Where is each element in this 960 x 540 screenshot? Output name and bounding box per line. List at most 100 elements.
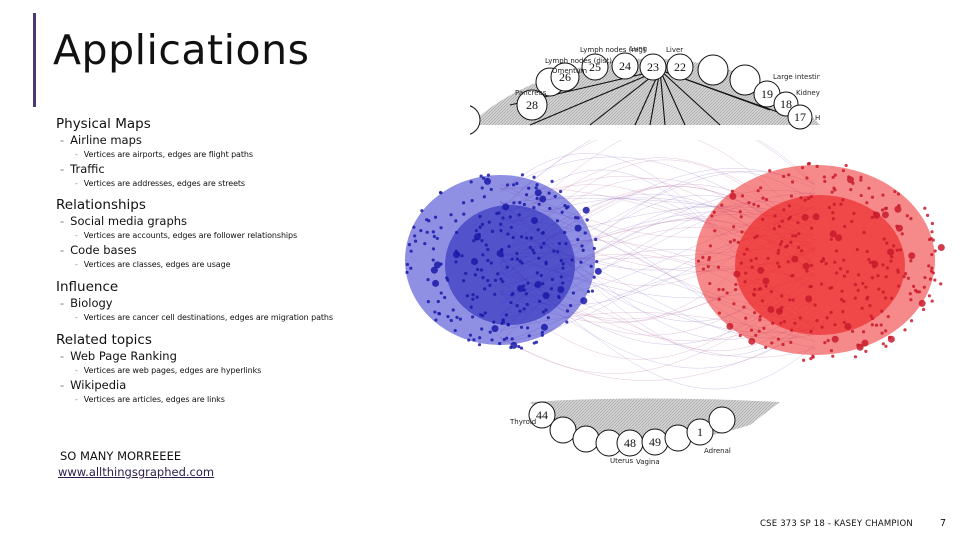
red-node [909, 298, 913, 302]
blue-node [515, 181, 519, 186]
footer-text: CSE 373 SP 18 - KASEY CHAMPION [760, 519, 913, 529]
dash-bullet: - [75, 179, 78, 188]
blue-node [480, 327, 484, 331]
allthingsgraphed-link[interactable]: www.allthingsgraphed.com [58, 465, 214, 480]
red-node [880, 309, 884, 313]
red-node [738, 333, 742, 338]
red-node [930, 299, 934, 303]
blue-node [527, 334, 531, 338]
blue-node [579, 260, 583, 264]
section-relationships: Relationships - Social media graphs - Vert… [56, 196, 456, 272]
bullet-item: - Traffic [56, 162, 456, 177]
organ-label: Omentum [552, 67, 587, 75]
red-node [757, 329, 761, 333]
blue-node [506, 232, 510, 236]
blue-node [589, 264, 593, 268]
red-node [764, 345, 768, 349]
sub-bullet-text: Vertices are articles, edges are links [83, 395, 225, 404]
red-node [853, 283, 857, 287]
blue-node [471, 293, 475, 297]
red-node [822, 175, 826, 179]
red-node [758, 314, 762, 319]
blue-node [475, 295, 479, 299]
blue-node [592, 246, 596, 251]
blue-node [525, 236, 529, 240]
blue-node [488, 283, 492, 287]
blue-node [486, 247, 490, 252]
red-node [769, 290, 773, 294]
blue-node [530, 217, 538, 225]
blue-node [522, 307, 526, 311]
blue-node [541, 282, 545, 286]
red-node [833, 173, 837, 177]
node-number: 17 [794, 110, 806, 124]
node-number: 23 [647, 60, 659, 74]
blue-node [540, 330, 544, 335]
red-node [933, 278, 937, 282]
red-node [809, 263, 814, 267]
red-node [733, 270, 741, 278]
red-node [762, 277, 770, 285]
red-node [796, 220, 800, 225]
blue-node [571, 291, 576, 295]
red-node [776, 337, 781, 341]
blue-node [549, 287, 554, 291]
red-node [897, 284, 901, 288]
red-node [771, 321, 775, 325]
red-node [928, 277, 933, 281]
node-number: 24 [619, 59, 631, 73]
red-node [887, 335, 895, 343]
blue-node [519, 235, 524, 239]
red-node [930, 266, 934, 270]
sub-bullet-text: Vertices are accounts, edges are followe… [83, 231, 298, 240]
red-node [791, 273, 795, 278]
red-node [744, 271, 748, 275]
red-node [864, 349, 868, 353]
blue-node [489, 261, 493, 265]
organ-label: Large intestine [773, 73, 820, 81]
blue-node [592, 275, 596, 279]
blue-node [509, 300, 513, 305]
red-node [894, 205, 902, 213]
blue-node [576, 216, 580, 220]
red-node [805, 295, 813, 303]
red-node [787, 204, 791, 208]
dash-bullet: - [60, 296, 65, 310]
blue-node [557, 241, 562, 246]
organ-label: Uterus [610, 457, 633, 465]
red-node [895, 224, 903, 232]
red-node [777, 248, 781, 252]
red-node [877, 287, 881, 291]
red-node [874, 214, 878, 219]
red-node [716, 265, 721, 269]
red-node [794, 234, 798, 238]
dash-bullet: - [60, 133, 65, 147]
red-node [767, 305, 775, 313]
node-number: 19 [761, 87, 773, 101]
red-node [870, 276, 875, 280]
red-node [922, 307, 926, 312]
red-node [865, 201, 869, 205]
red-node [733, 287, 738, 292]
red-node [859, 175, 863, 179]
red-node [862, 230, 866, 234]
blue-node [559, 258, 563, 263]
red-node [802, 262, 810, 270]
blue-cluster-core [445, 205, 575, 325]
blue-node [467, 338, 471, 342]
blue-node [583, 231, 587, 235]
red-node [856, 343, 860, 347]
blue-node [526, 281, 530, 285]
red-node [868, 303, 872, 308]
red-node [782, 319, 786, 324]
blue-node [560, 210, 564, 214]
blue-node [582, 206, 590, 214]
blue-node [548, 206, 552, 211]
bullet-item: - Airline maps [56, 133, 456, 148]
red-node [740, 230, 744, 234]
sub-bullet-text: Vertices are airports, edges are flight … [83, 150, 253, 159]
blue-node [518, 309, 522, 313]
red-node [789, 194, 794, 198]
red-node [788, 298, 792, 302]
red-node [706, 265, 710, 269]
